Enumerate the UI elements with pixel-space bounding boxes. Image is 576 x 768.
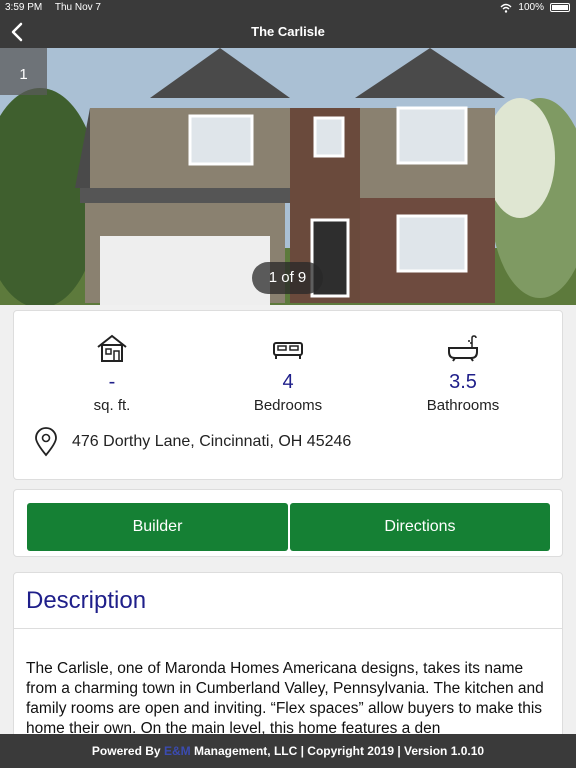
description-body: The Carlisle, one of Maronda Homes Ameri… <box>26 660 544 737</box>
builder-button[interactable]: Builder <box>27 503 288 551</box>
wifi-icon <box>500 3 512 13</box>
description-title: Description <box>26 587 147 614</box>
status-date: Thu Nov 7 <box>54 2 101 13</box>
sqft-label: sq. ft. <box>93 397 131 414</box>
property-info-card: - sq. ft. 4 Bedrooms 3.5 Bathrooms 476 D… <box>13 310 563 480</box>
bedrooms-value: 4 <box>282 371 294 393</box>
bathtub-icon <box>448 335 478 362</box>
description-card: Description The Carlisle, one of Maronda… <box>13 572 563 742</box>
footer: Powered By E&M Management, LLC | Copyrig… <box>0 734 576 768</box>
bathrooms-value: 3.5 <box>449 371 477 393</box>
status-bar: 3:59 PM Thu Nov 7 100% <box>0 0 576 16</box>
address-text: 476 Dorthy Lane, Cincinnati, OH 45246 <box>72 433 352 450</box>
page-title: The Carlisle <box>251 24 325 39</box>
stat-bathrooms: 3.5 Bathrooms <box>388 333 538 414</box>
location-pin-icon <box>35 427 57 457</box>
footer-suffix: Management, LLC | Copyright 2019 | Versi… <box>190 744 485 758</box>
address-row[interactable]: 476 Dorthy Lane, Cincinnati, OH 45246 <box>34 427 351 457</box>
bathrooms-label: Bathrooms <box>426 397 500 414</box>
battery-icon <box>550 3 570 12</box>
status-time: 3:59 PM <box>5 2 43 13</box>
stat-sqft: - sq. ft. <box>37 333 187 414</box>
image-counter: 1 of 9 <box>252 262 323 294</box>
battery-percent: 100% <box>518 2 544 13</box>
sqft-value: - <box>108 371 116 393</box>
divider <box>14 628 562 629</box>
photo-number: 1 <box>0 48 47 95</box>
directions-button[interactable]: Directions <box>290 503 550 551</box>
nav-bar: The Carlisle <box>0 16 576 48</box>
stat-bedrooms: 4 Bedrooms <box>213 333 363 414</box>
footer-brand: E&M <box>163 744 191 758</box>
house-icon <box>97 334 127 362</box>
bedrooms-label: Bedrooms <box>253 397 323 414</box>
footer-prefix: Powered By <box>91 744 164 758</box>
bed-icon <box>273 342 303 359</box>
action-buttons-card: Builder Directions <box>13 489 563 557</box>
